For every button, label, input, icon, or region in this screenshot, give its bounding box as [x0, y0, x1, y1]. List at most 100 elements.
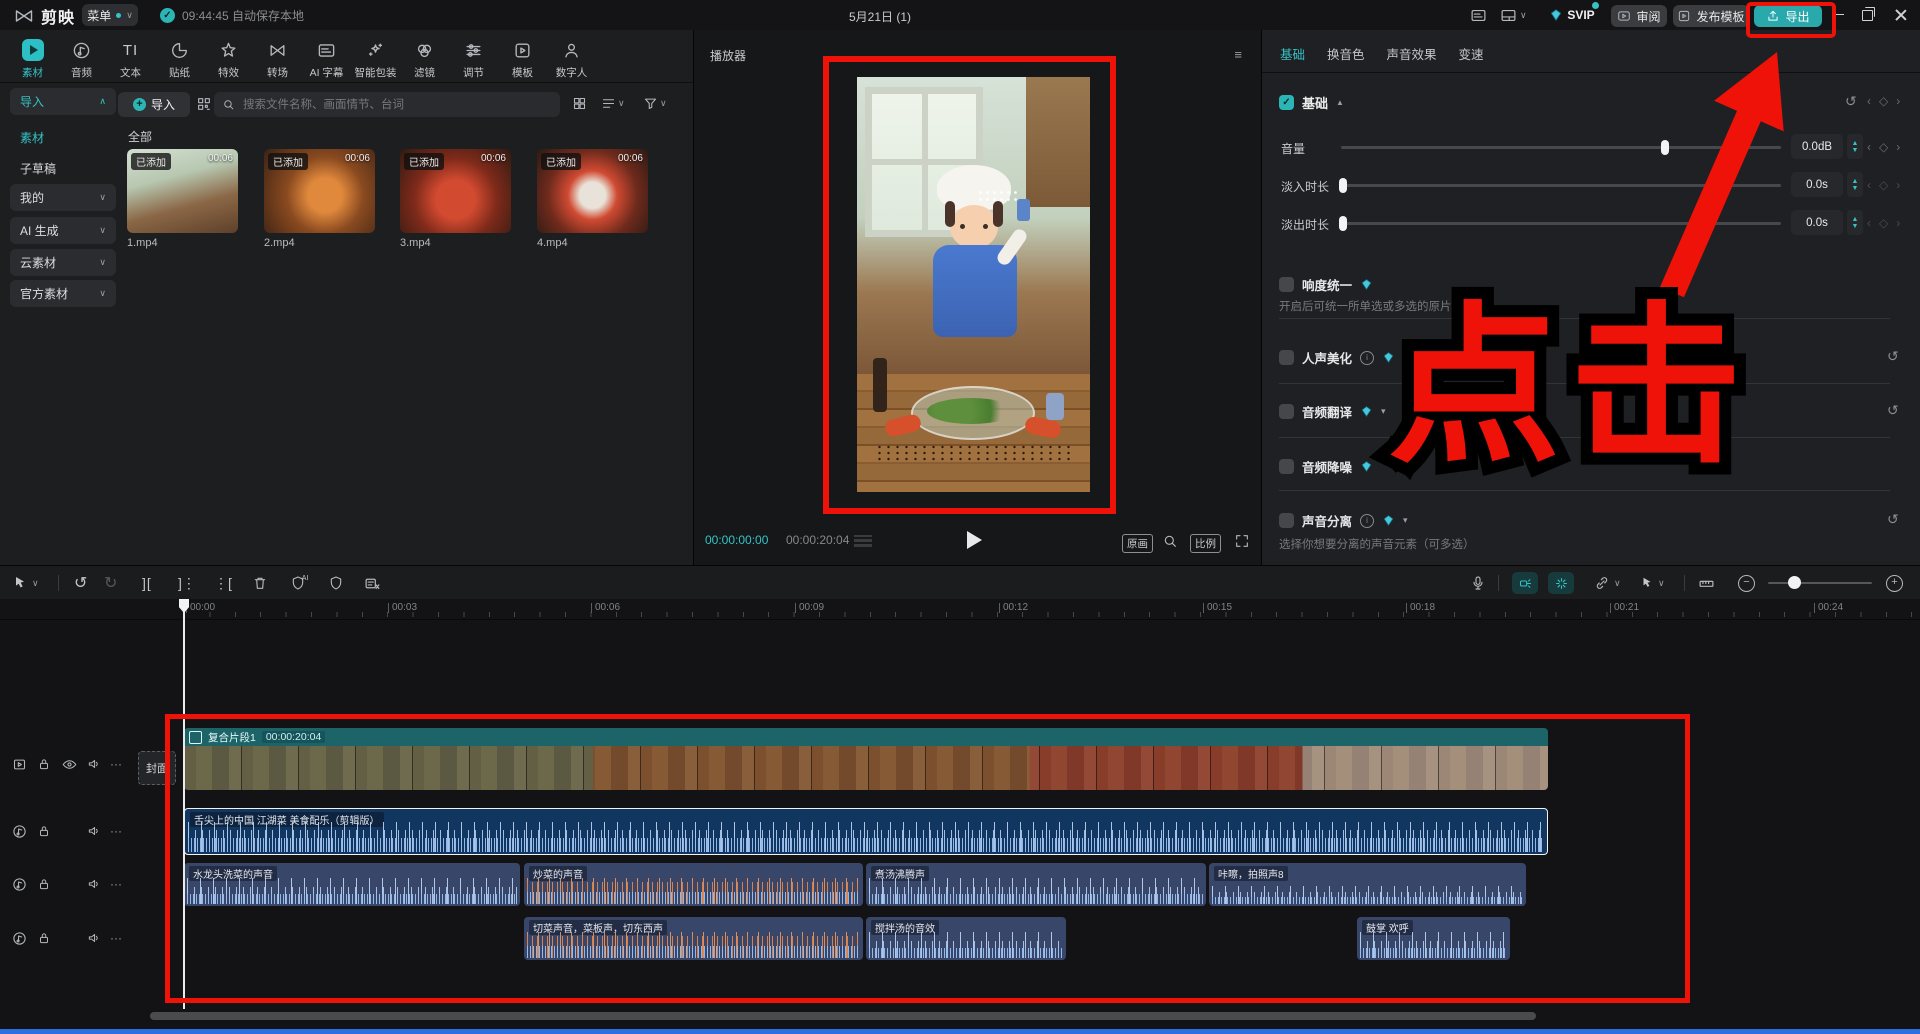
- delete-button[interactable]: [252, 566, 268, 600]
- grid-view-button[interactable]: [572, 96, 587, 114]
- music-audio-clip[interactable]: 舌尖上的中国 江湖菜 美食配乐（剪辑版）: [184, 808, 1548, 855]
- ai-mask-button[interactable]: AI: [290, 566, 306, 600]
- tab-filters[interactable]: 滤镜: [400, 32, 449, 80]
- timeline-zoom-slider[interactable]: [1768, 566, 1872, 600]
- media-clip-card[interactable]: 已添加 00:06 4.mp4: [537, 149, 648, 249]
- svip-button[interactable]: SVIP: [1543, 3, 1601, 27]
- mute-icon[interactable]: [87, 757, 101, 771]
- frame-grid-icon[interactable]: [854, 535, 872, 547]
- zoom-slider-handle[interactable]: [1788, 576, 1801, 589]
- sfx-clip[interactable]: 炒菜的声音: [524, 863, 863, 906]
- mute-icon[interactable]: [87, 931, 101, 945]
- layout-switch-button[interactable]: ∨: [1500, 7, 1527, 24]
- composite-clip-header[interactable]: 复合片段1 00:00:20:04: [184, 728, 1548, 746]
- voice-separate-checkbox[interactable]: [1279, 513, 1294, 528]
- fade-out-value[interactable]: 0.0s: [1791, 210, 1843, 235]
- ruler-button[interactable]: [1698, 566, 1715, 600]
- cover-button[interactable]: 封面: [138, 751, 176, 785]
- tab-effects[interactable]: 特效: [204, 32, 253, 80]
- layout-list-icon[interactable]: [1470, 7, 1487, 27]
- keyframe-nav[interactable]: ‹◇›: [1867, 94, 1900, 108]
- reset-icon[interactable]: ↺: [1887, 511, 1899, 528]
- sfx-clip[interactable]: 鼓掌 欢呼: [1357, 917, 1510, 960]
- mute-icon[interactable]: [87, 877, 101, 891]
- player-menu-icon[interactable]: ≡: [1234, 47, 1243, 62]
- denoise-checkbox[interactable]: [1279, 459, 1294, 474]
- select-tool[interactable]: ∨: [12, 566, 39, 600]
- eye-icon[interactable]: [62, 757, 77, 772]
- menu-button[interactable]: 菜单 ∨: [82, 4, 138, 26]
- magnet-toggle[interactable]: [1512, 566, 1538, 600]
- auto-trim-toggle[interactable]: [1548, 566, 1574, 600]
- play-button[interactable]: [967, 531, 982, 549]
- fade-out-handle[interactable]: [1339, 216, 1347, 231]
- quality-chip[interactable]: 原画: [1122, 534, 1153, 553]
- media-clip-card[interactable]: 已添加 00:06 1.mp4: [127, 149, 238, 249]
- volume-handle[interactable]: [1661, 140, 1669, 155]
- sidebar-item-import[interactable]: 导入∧: [10, 88, 116, 115]
- tab-templates[interactable]: 模板: [498, 32, 547, 80]
- collapse-icon[interactable]: ▲: [1336, 98, 1344, 107]
- sort-button[interactable]: ∨: [601, 96, 625, 111]
- voice-beautify-checkbox[interactable]: [1279, 350, 1294, 365]
- more-icon[interactable]: ···: [110, 757, 122, 771]
- timeline-ruler[interactable]: 00:00 00:03 00:06 00:09 00:12 00:15 00:1…: [0, 599, 1920, 620]
- volume-slider[interactable]: [1341, 146, 1781, 149]
- import-button[interactable]: + 导入: [118, 92, 190, 117]
- restore-button[interactable]: [1862, 10, 1873, 21]
- fade-in-stepper[interactable]: ▲▼: [1847, 172, 1863, 197]
- fade-out-slider[interactable]: [1341, 222, 1781, 225]
- tab-speed[interactable]: 变速: [1459, 44, 1484, 63]
- sfx-clip[interactable]: 煮汤沸腾声: [866, 863, 1206, 906]
- media-clip-card[interactable]: 已添加 00:06 3.mp4: [400, 149, 511, 249]
- tab-digital-human[interactable]: 数字人: [547, 32, 596, 80]
- sfx-clip[interactable]: 咔嚓，拍照声8: [1209, 863, 1526, 906]
- tab-basic[interactable]: 基础: [1280, 44, 1305, 63]
- more-icon[interactable]: ···: [110, 824, 122, 838]
- sidebar-item-mine[interactable]: 我的∨: [10, 184, 116, 211]
- loudness-checkbox[interactable]: [1279, 277, 1294, 292]
- lock-icon[interactable]: [37, 931, 51, 945]
- split-left-button[interactable]: ]⋮: [178, 566, 196, 600]
- tab-audio[interactable]: 音频: [57, 32, 106, 80]
- media-clip-card[interactable]: 已添加 00:06 2.mp4: [264, 149, 375, 249]
- search-input[interactable]: [241, 98, 552, 112]
- review-button[interactable]: 审阅: [1611, 5, 1667, 27]
- sfx-clip[interactable]: 切菜声音，菜板声，切东西声: [524, 917, 863, 960]
- publish-template-button[interactable]: 发布模板: [1673, 5, 1749, 27]
- redo-button[interactable]: ↻: [104, 566, 117, 600]
- reset-icon[interactable]: ↺: [1845, 93, 1857, 110]
- sfx-clip[interactable]: 水龙头洗菜的声音: [184, 863, 520, 906]
- keyframe-nav[interactable]: ‹◇›: [1867, 140, 1900, 154]
- lock-icon[interactable]: [37, 824, 51, 838]
- sidebar-item-subdraft[interactable]: 子草稿: [20, 160, 56, 177]
- lock-icon[interactable]: [37, 877, 51, 891]
- fade-in-value[interactable]: 0.0s: [1791, 172, 1843, 197]
- video-preview[interactable]: [857, 77, 1090, 492]
- reset-icon[interactable]: ↺: [1887, 402, 1899, 419]
- tab-sticker[interactable]: 贴纸: [155, 32, 204, 80]
- more-icon[interactable]: ···: [110, 931, 122, 945]
- export-button[interactable]: 导出: [1754, 5, 1822, 27]
- chevron-down-icon[interactable]: ▾: [1403, 352, 1408, 363]
- playhead[interactable]: [183, 599, 185, 1009]
- tab-sound-effects[interactable]: 声音效果: [1387, 44, 1437, 63]
- keyframe-nav[interactable]: ‹◇›: [1867, 216, 1900, 230]
- ratio-chip[interactable]: 比例: [1190, 534, 1221, 553]
- tab-transitions[interactable]: 转场: [253, 32, 302, 80]
- volume-value[interactable]: 0.0dB: [1791, 134, 1843, 159]
- mask-button[interactable]: [328, 566, 344, 600]
- tab-text[interactable]: TI文本: [106, 32, 155, 80]
- close-button[interactable]: [1895, 9, 1907, 21]
- more-icon[interactable]: ···: [110, 877, 122, 891]
- volume-stepper[interactable]: ▲▼: [1847, 134, 1863, 159]
- tab-adjust[interactable]: 调节: [449, 32, 498, 80]
- filter-button[interactable]: ∨: [643, 96, 667, 111]
- fade-in-handle[interactable]: [1339, 178, 1347, 193]
- tab-smart-package[interactable]: 智能包装: [351, 32, 400, 80]
- undo-button[interactable]: ↺: [74, 566, 87, 600]
- delete-captions-button[interactable]: [364, 566, 381, 600]
- info-icon[interactable]: i: [1360, 514, 1374, 528]
- basic-checkbox[interactable]: ✓: [1279, 95, 1294, 110]
- minimize-button[interactable]: [1832, 14, 1844, 15]
